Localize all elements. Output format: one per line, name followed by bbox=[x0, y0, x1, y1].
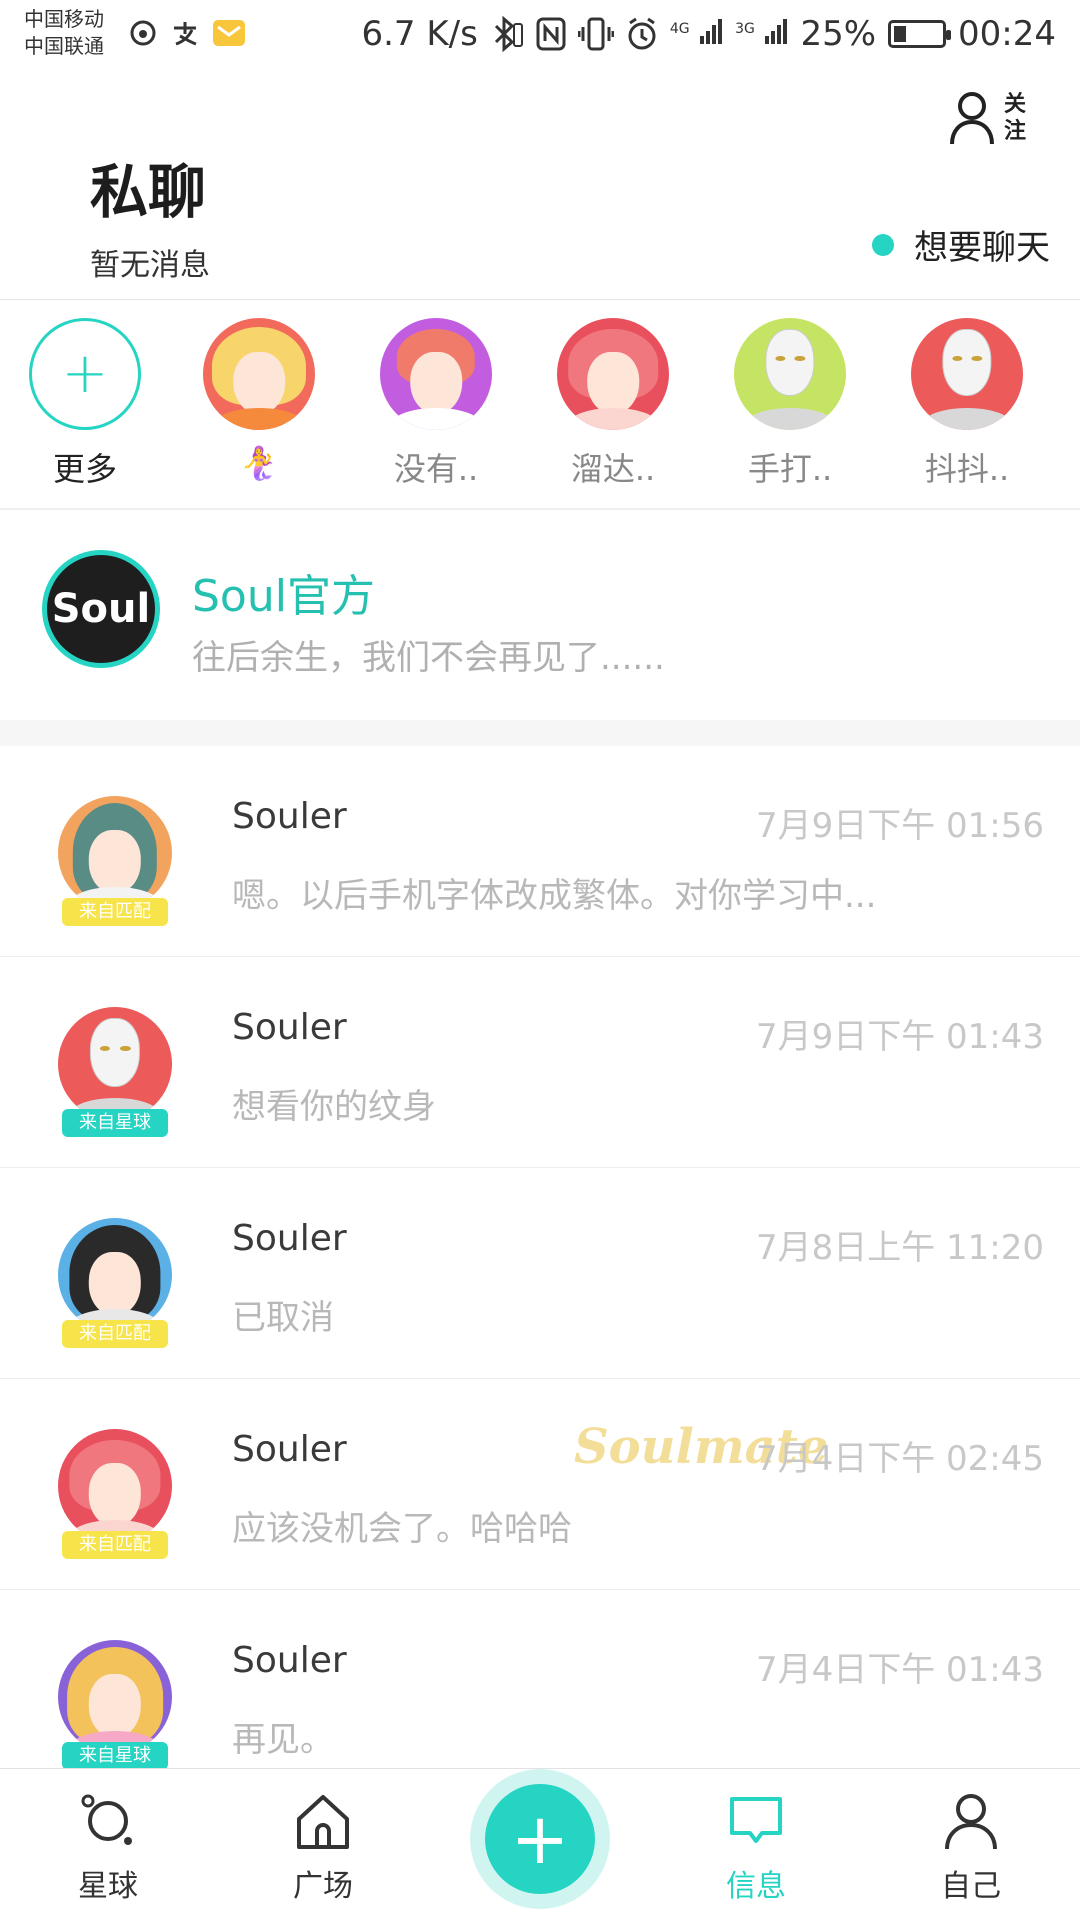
person-icon bbox=[950, 92, 994, 145]
source-badge: 来自星球 bbox=[62, 1742, 168, 1770]
battery-fill bbox=[894, 26, 906, 42]
person-icon bbox=[945, 1794, 997, 1850]
source-badge: 来自星球 bbox=[62, 1109, 168, 1137]
soul-logo: Soul bbox=[42, 550, 160, 668]
avatar bbox=[58, 1429, 172, 1543]
vibrate-icon bbox=[577, 17, 614, 51]
chat-preview: 已取消 bbox=[232, 1298, 334, 1338]
avatar bbox=[58, 1007, 172, 1121]
signal-bars-icon bbox=[765, 18, 788, 44]
publish-button[interactable]: + bbox=[470, 1769, 610, 1909]
story-label: 溜达.. bbox=[570, 450, 656, 488]
chat-name: Souler bbox=[232, 796, 347, 837]
chat-row[interactable]: 来自匹配 Souler 7月8日上午 11:20 已取消 bbox=[0, 1168, 1080, 1379]
source-badge: 来自匹配 bbox=[62, 1320, 168, 1348]
avatar bbox=[58, 796, 172, 910]
carrier-1: 中国移动 bbox=[24, 7, 104, 31]
nav-messages[interactable]: 信息 bbox=[686, 1789, 826, 1905]
chat-row[interactable]: 来自匹配 Souler 7月9日下午 01:56 嗯。以后手机字体改成繁体。对你… bbox=[0, 746, 1080, 957]
follow-label: 关注 bbox=[1004, 92, 1027, 144]
avatar bbox=[557, 318, 669, 430]
bluetooth-icon bbox=[494, 16, 523, 52]
plus-icon: + bbox=[485, 1784, 595, 1894]
alarm-icon bbox=[628, 17, 656, 50]
avatar bbox=[734, 318, 846, 430]
signal-3g: 3G bbox=[735, 17, 788, 52]
carrier-2: 中国联通 bbox=[24, 34, 104, 58]
chat-preview: 应该没机会了。哈哈哈 bbox=[232, 1509, 572, 1549]
story-label: 更多 bbox=[52, 450, 117, 488]
online-dot-icon bbox=[872, 233, 894, 256]
chat-name: Souler bbox=[232, 1007, 347, 1048]
mail-icon bbox=[213, 20, 245, 46]
chat-name: Souler bbox=[232, 1640, 347, 1681]
story-label: 🧜‍♀️ bbox=[239, 444, 279, 482]
planet-icon bbox=[81, 1794, 132, 1845]
source-badge: 来自匹配 bbox=[62, 1531, 168, 1559]
weibo-icon bbox=[130, 20, 156, 46]
battery-percent: 25% bbox=[800, 14, 877, 54]
nav-label: 自己 bbox=[941, 1869, 1001, 1904]
story-item[interactable]: 抖抖.. bbox=[897, 318, 1037, 490]
chat-bubble-icon bbox=[730, 1797, 782, 1843]
nav-me[interactable]: 自己 bbox=[901, 1789, 1041, 1905]
chat-row[interactable]: 来自匹配 Soulmate Souler 7月4日下午 02:45 应该没机会了… bbox=[0, 1379, 1080, 1590]
chat-preview: 想看你的纹身 bbox=[232, 1087, 436, 1127]
add-icon: + bbox=[29, 318, 141, 430]
alipay-icon bbox=[174, 22, 197, 46]
nav-label: 广场 bbox=[293, 1869, 353, 1904]
stories-row: + 更多 🧜‍♀️ 没有.. 溜达.. 手打.. bbox=[0, 300, 1080, 510]
story-item[interactable]: 🧜‍♀️ bbox=[189, 318, 329, 482]
net-speed: 6.7 K/s bbox=[361, 14, 478, 54]
story-more[interactable]: + 更多 bbox=[15, 318, 155, 490]
story-label: 抖抖.. bbox=[924, 450, 1010, 488]
chat-name: Souler bbox=[232, 1429, 347, 1470]
nav-label: 信息 bbox=[726, 1869, 786, 1904]
clock: 00:24 bbox=[958, 14, 1056, 54]
chat-time: 7月9日下午 01:56 bbox=[755, 806, 1044, 846]
source-badge: 来自匹配 bbox=[62, 898, 168, 926]
want-chat-toggle[interactable]: 想要聊天 bbox=[872, 220, 1050, 269]
chat-time: 7月4日下午 02:45 bbox=[755, 1439, 1044, 1479]
story-label: 没有.. bbox=[393, 450, 479, 488]
signal-4g: 4G bbox=[670, 17, 723, 52]
carrier-info: 中国移动 中国联通 bbox=[24, 6, 104, 60]
page-title: 私聊 bbox=[90, 158, 207, 226]
chat-preview: 嗯。以后手机字体改成繁体。对你学习中... bbox=[232, 876, 877, 916]
want-chat-label: 想要聊天 bbox=[914, 228, 1050, 268]
official-name: Soul官方 bbox=[192, 571, 375, 622]
nav-planet[interactable]: 星球 bbox=[38, 1789, 178, 1905]
battery-icon bbox=[888, 20, 952, 48]
story-item[interactable]: 没有.. bbox=[366, 318, 506, 490]
page-header: 关注 私聊 暂无消息 想要聊天 bbox=[0, 75, 1080, 300]
status-bar: 中国移动 中国联通 6.7 K/s 4G 3G 25% 00:24 bbox=[0, 0, 1080, 75]
story-item[interactable]: 溜达.. bbox=[543, 318, 683, 490]
chat-time: 7月4日下午 01:43 bbox=[755, 1650, 1044, 1690]
home-icon bbox=[297, 1795, 349, 1849]
story-item[interactable]: 手打.. bbox=[720, 318, 860, 490]
chat-preview: 再见。 bbox=[232, 1720, 334, 1760]
page-subtitle: 暂无消息 bbox=[90, 248, 210, 283]
follow-button[interactable]: 关注 bbox=[948, 83, 1038, 153]
nav-square[interactable]: 广场 bbox=[253, 1789, 393, 1905]
avatar bbox=[380, 318, 492, 430]
story-label: 手打.. bbox=[747, 450, 833, 488]
signal-bars-icon bbox=[700, 18, 723, 44]
avatar bbox=[58, 1640, 172, 1754]
avatar bbox=[911, 318, 1023, 430]
nfc-icon bbox=[536, 17, 566, 51]
avatar bbox=[58, 1218, 172, 1332]
chat-list: 来自匹配 Souler 7月9日下午 01:56 嗯。以后手机字体改成繁体。对你… bbox=[0, 746, 1080, 1801]
official-chat-row[interactable]: Soul Soul官方 往后余生，我们不会再见了...... bbox=[0, 510, 1080, 720]
official-preview: 往后余生，我们不会再见了...... bbox=[192, 638, 665, 678]
chat-time: 7月8日上午 11:20 bbox=[755, 1228, 1044, 1268]
avatar bbox=[203, 318, 315, 430]
bottom-nav: 星球 广场 + 信息 自己 bbox=[0, 1768, 1080, 1920]
section-divider bbox=[0, 720, 1080, 746]
chat-name: Souler bbox=[232, 1218, 347, 1259]
nav-label: 星球 bbox=[78, 1869, 138, 1904]
chat-row[interactable]: 来自星球 Souler 7月9日下午 01:43 想看你的纹身 bbox=[0, 957, 1080, 1168]
chat-time: 7月9日下午 01:43 bbox=[755, 1017, 1044, 1057]
